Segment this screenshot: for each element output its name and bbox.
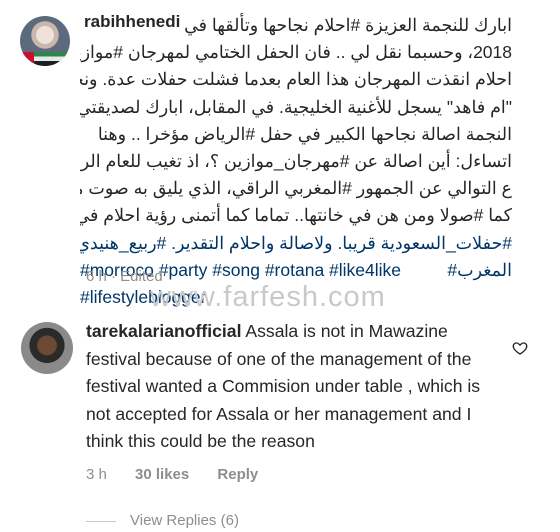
comment-meta: 3 h 30 likes Reply xyxy=(86,466,282,483)
reply-button[interactable]: Reply xyxy=(217,466,258,483)
divider xyxy=(86,520,116,522)
hashtag-line[interactable]: #حفلات_السعودية قريبا. ولاصالة واحلام ال… xyxy=(80,230,512,257)
view-replies-button[interactable]: View Replies (6) xyxy=(86,512,239,529)
flag-stripe xyxy=(20,52,34,66)
comment-line: 2018، وحسبما نقل لي .. فان الحفل الختامي… xyxy=(80,42,512,63)
comment-rabihhenedi: rabihhenedi ابارك للنجمة العزيزة #احلام … xyxy=(0,0,560,313)
comment-line: اتساءل: أين اصالة عن #مهرجان_موازين ؟، ا… xyxy=(80,151,512,172)
comment-line-text: ابارك للنجمة العزيزة #احلام نجاحها وتألق… xyxy=(184,15,512,35)
comment-text: ابارك للنجمة العزيزة #احلام نجاحها وتألق… xyxy=(80,12,512,311)
comment-line: النجمة اصالة نجاحها الكبير في حفل #الريا… xyxy=(97,123,512,144)
comment-line: ع التوالي عن الجمهور #المغربي الراقي، ال… xyxy=(80,178,512,199)
comment-line: "ام فاهد" يسجل للأغنية الخليجية. في المق… xyxy=(80,96,512,117)
hashtag-maghreb[interactable]: #المغرب xyxy=(447,257,512,284)
comment-username[interactable]: tarekalarianofficial xyxy=(86,321,241,341)
comment-line: ابارك للنجمة العزيزة #احلام نجاحها وتألق… xyxy=(80,12,512,39)
comment-tarekalarianofficial: tarekalarianofficial Assala is not in Ma… xyxy=(0,315,560,532)
view-replies-label[interactable]: View Replies (6) xyxy=(130,512,239,529)
comment-text: tarekalarianofficial Assala is not in Ma… xyxy=(86,318,486,456)
heart-icon[interactable] xyxy=(512,340,528,356)
likes-button[interactable]: 30 likes xyxy=(135,466,189,483)
avatar[interactable] xyxy=(20,16,70,66)
comment-line: احلام انقذت المهرجان هذا العام بعدما فشل… xyxy=(80,69,512,90)
avatar[interactable] xyxy=(21,322,73,374)
watermark: www.farfesh.com xyxy=(150,281,386,313)
comment-line: كما #صولا ومن هن في خانتها.. تماما كما أ… xyxy=(80,205,512,226)
comment-time: 3 h xyxy=(86,466,107,483)
